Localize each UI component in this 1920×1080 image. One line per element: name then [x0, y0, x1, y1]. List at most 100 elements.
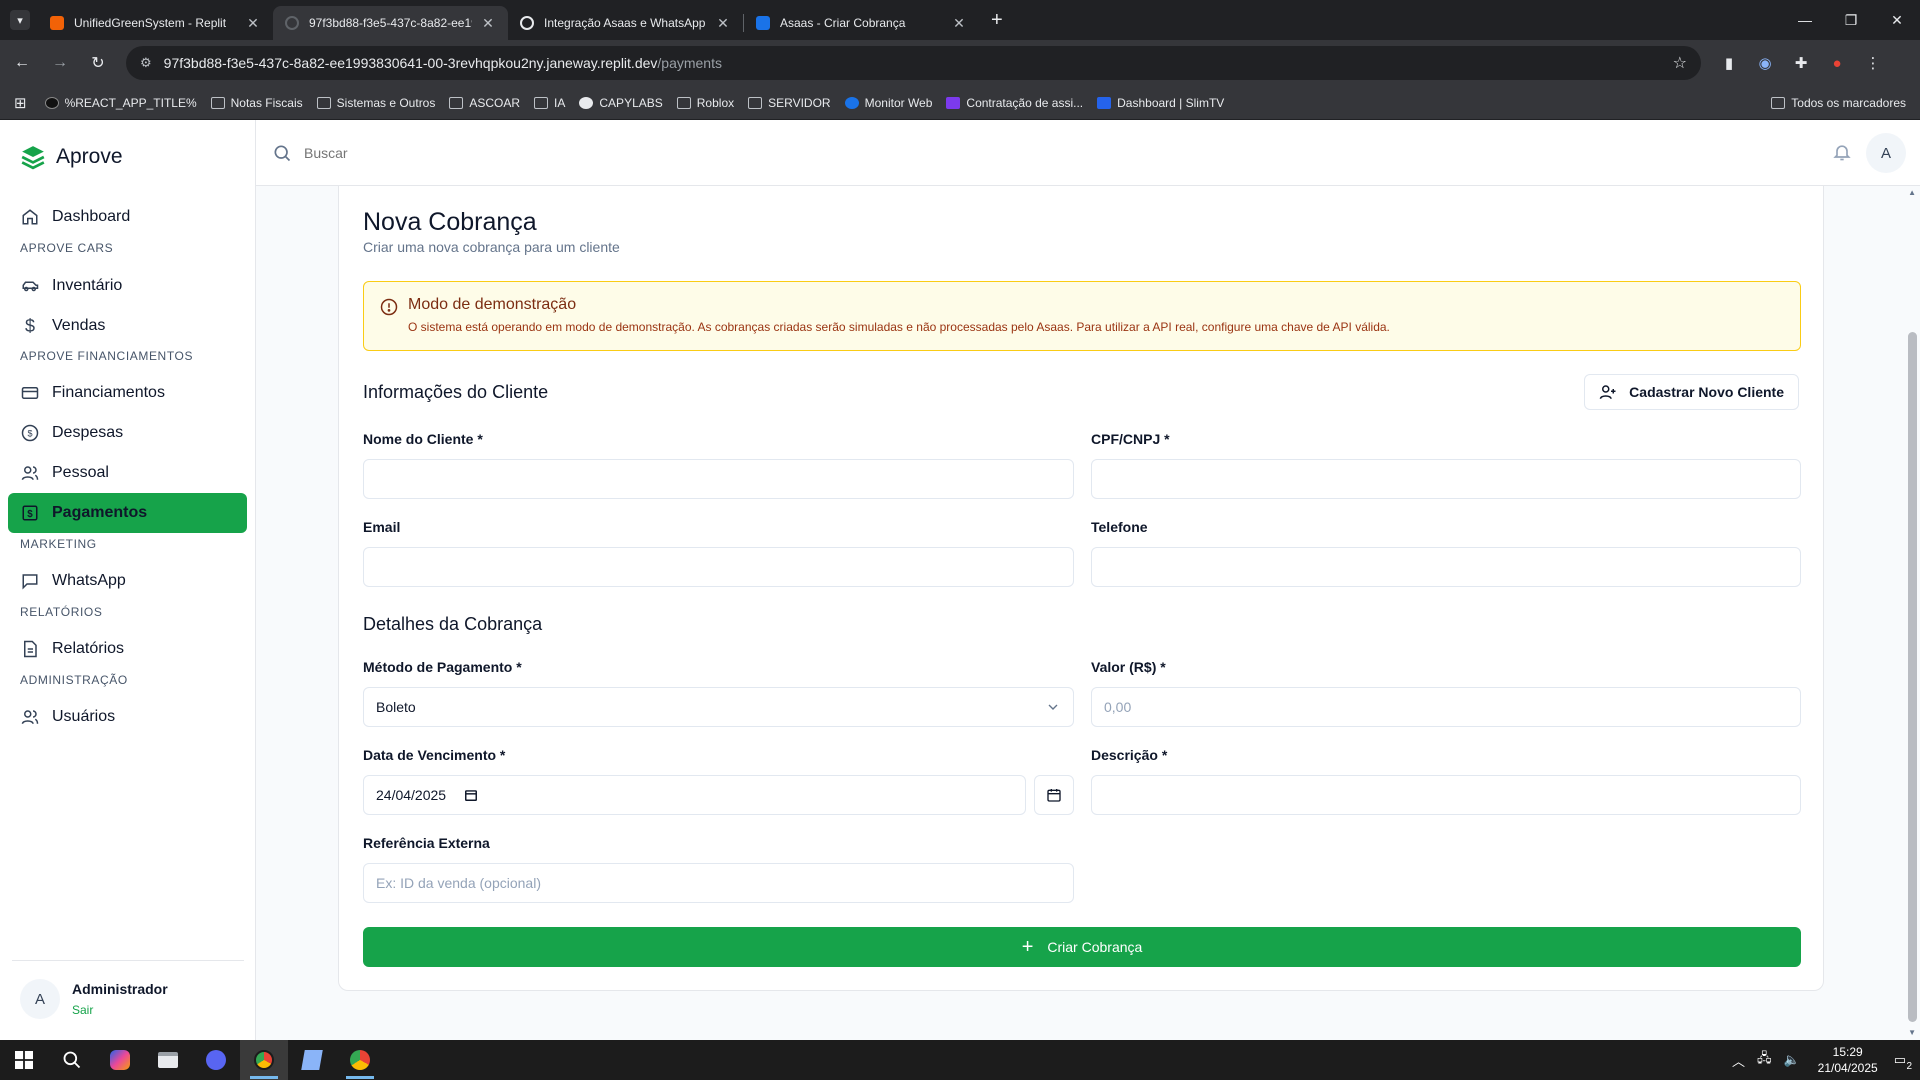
reload-icon[interactable]: ↻ — [82, 47, 114, 79]
brand-logo[interactable]: Aprove — [20, 144, 123, 170]
close-tab-icon[interactable]: ✕ — [480, 15, 496, 32]
sidebar-item-label: Financiamentos — [52, 384, 165, 401]
sidebar-item-relatorios[interactable]: Relatórios — [8, 629, 247, 669]
section-label: RELATÓRIOS — [20, 605, 103, 619]
page-subtitle: Criar uma nova cobrança para um cliente — [363, 239, 620, 255]
profile-icon[interactable]: ● — [1819, 55, 1855, 72]
sidebar-item-dashboard[interactable]: Dashboard — [8, 197, 247, 237]
external-ref-input[interactable]: Ex: ID da venda (opcional) — [363, 863, 1074, 903]
minimize-icon[interactable]: — — [1782, 0, 1828, 40]
url-bar[interactable]: ⚙ 97f3bd88-f3e5-437c-8a82-ee1993830641-0… — [126, 46, 1701, 80]
bookmark-folder[interactable]: Notas Fiscais — [210, 96, 303, 110]
notification-count: 2 — [1906, 1061, 1912, 1072]
discord-icon[interactable] — [192, 1040, 240, 1080]
svg-text:$: $ — [27, 509, 33, 520]
notepad-icon[interactable] — [288, 1040, 336, 1080]
chrome-icon[interactable] — [240, 1040, 288, 1080]
sidebar-item-whatsapp[interactable]: WhatsApp — [8, 561, 247, 601]
all-bookmarks[interactable]: Todos os marcadores — [1771, 96, 1906, 110]
sidebar-item-label: Usuários — [52, 708, 116, 725]
user-avatar-button[interactable]: A — [1866, 133, 1906, 173]
amount-input[interactable]: 0,00 — [1091, 687, 1801, 727]
sidebar-item-financiamentos[interactable]: Financiamentos — [8, 373, 247, 413]
notifications-icon[interactable]: ▭ 2 — [1894, 1052, 1912, 1072]
browser-tab[interactable]: Integração Asaas e WhatsApp ✕ — [508, 6, 743, 40]
bookmark-item[interactable]: %REACT_APP_TITLE% — [44, 96, 197, 110]
chevron-up-icon[interactable]: ︿ — [1732, 1051, 1745, 1070]
tab-search-icon[interactable]: ▾ — [10, 10, 30, 30]
bookmark-folder[interactable]: ASCOAR — [449, 96, 520, 110]
clock[interactable]: 15:29 21/04/2025 — [1818, 1044, 1878, 1076]
site-info-icon[interactable]: ⚙ — [140, 55, 152, 71]
email-input[interactable] — [363, 547, 1074, 587]
bell-icon[interactable] — [1832, 142, 1852, 162]
logout-link[interactable]: Sair — [72, 1003, 168, 1017]
calendar-button[interactable] — [1034, 775, 1074, 815]
network-icon[interactable]: 🖧 — [1757, 1049, 1772, 1071]
browser-tab[interactable]: Asaas - Criar Cobrança ✕ — [744, 6, 979, 40]
scrollbar-thumb[interactable] — [1908, 332, 1917, 1022]
bookmark-folder[interactable]: Roblox — [676, 96, 734, 110]
payment-method-value: Boleto — [376, 699, 416, 715]
sidebar-item-vendas[interactable]: $ Vendas — [8, 306, 247, 346]
bookmark-item[interactable]: Monitor Web — [844, 96, 932, 110]
description-input[interactable] — [1091, 775, 1801, 815]
back-icon[interactable]: ← — [6, 47, 38, 79]
scroll-down-icon[interactable]: ▼ — [1908, 1028, 1916, 1037]
bookmark-folder[interactable]: SERVIDOR — [748, 96, 831, 110]
puzzle-icon[interactable]: ✚ — [1783, 54, 1819, 72]
volume-icon[interactable]: 🔈 — [1783, 1052, 1799, 1068]
kebab-menu-icon[interactable]: ⋮ — [1855, 54, 1891, 72]
restore-icon[interactable]: ❐ — [1828, 0, 1874, 40]
bookmark-folder[interactable]: Sistemas e Outros — [316, 96, 435, 110]
browser-tab[interactable]: UnifiedGreenSystem - Replit ✕ — [38, 6, 273, 40]
cpf-cnpj-input[interactable] — [1091, 459, 1801, 499]
create-charge-button[interactable]: + Criar Cobrança — [363, 927, 1801, 967]
bookmark-item[interactable]: Contratação de assi... — [946, 96, 1083, 110]
close-tab-icon[interactable]: ✕ — [951, 15, 967, 32]
plus-icon: + — [1021, 935, 1034, 958]
bookmark-star-icon[interactable]: ☆ — [1673, 53, 1687, 73]
sidebar-item-usuarios[interactable]: Usuários — [8, 697, 247, 737]
windows-start-icon[interactable] — [0, 1040, 48, 1080]
extension-icon[interactable]: ▮ — [1711, 54, 1747, 72]
browser-tab-active[interactable]: 97f3bd88-f3e5-437c-8a82-ee19 ✕ — [273, 6, 508, 40]
sidebar-item-inventario[interactable]: Inventário — [8, 266, 247, 306]
calendar-small-icon[interactable] — [464, 788, 478, 802]
close-tab-icon[interactable]: ✕ — [715, 15, 731, 32]
close-tab-icon[interactable]: ✕ — [245, 15, 261, 32]
windows-taskbar: ︿ 🖧 🔈 15:29 21/04/2025 ▭ 2 — [0, 1040, 1920, 1080]
payment-method-select[interactable]: Boleto — [363, 687, 1074, 727]
sidebar-item-pagamentos[interactable]: $ Pagamentos — [8, 493, 247, 533]
bookmark-item[interactable]: CAPYLABS — [579, 95, 663, 110]
brand-name: Aprove — [56, 145, 123, 168]
bookmark-label: Dashboard | SlimTV — [1117, 95, 1225, 110]
close-window-icon[interactable]: ✕ — [1874, 0, 1920, 40]
bookmark-folder[interactable]: IA — [534, 96, 565, 110]
search-icon[interactable] — [48, 1040, 96, 1080]
sidebar-item-label: Inventário — [52, 277, 123, 294]
phone-label: Telefone — [1091, 519, 1148, 535]
sidebar-item-despesas[interactable]: $ Despesas — [8, 413, 247, 453]
phone-input[interactable] — [1091, 547, 1801, 587]
sidebar-item-label: Dashboard — [52, 208, 131, 225]
client-name-input[interactable] — [363, 459, 1074, 499]
chrome-profile-icon[interactable] — [336, 1040, 384, 1080]
sidebar-item-pessoal[interactable]: Pessoal — [8, 453, 247, 493]
apps-grid-icon[interactable]: ⊞ — [14, 94, 27, 112]
copilot-icon[interactable] — [96, 1040, 144, 1080]
forward-icon[interactable]: → — [44, 47, 76, 79]
new-tab-icon[interactable]: + — [991, 9, 1003, 32]
file-explorer-icon[interactable] — [144, 1040, 192, 1080]
extension-icon[interactable]: ◉ — [1747, 54, 1783, 72]
due-date-input[interactable]: 24/04/2025 — [363, 775, 1026, 815]
users-icon — [20, 463, 40, 483]
clock-time: 15:29 — [1832, 1045, 1863, 1059]
tab-title: 97f3bd88-f3e5-437c-8a82-ee19 — [309, 16, 472, 30]
search-input[interactable] — [304, 144, 704, 161]
bookmark-label: CAPYLABS — [599, 95, 663, 110]
bookmark-item[interactable]: Dashboard | SlimTV — [1097, 96, 1224, 110]
new-client-button[interactable]: Cadastrar Novo Cliente — [1584, 374, 1799, 410]
calendar-icon — [1047, 789, 1061, 802]
scroll-up-icon[interactable]: ▲ — [1908, 188, 1916, 197]
